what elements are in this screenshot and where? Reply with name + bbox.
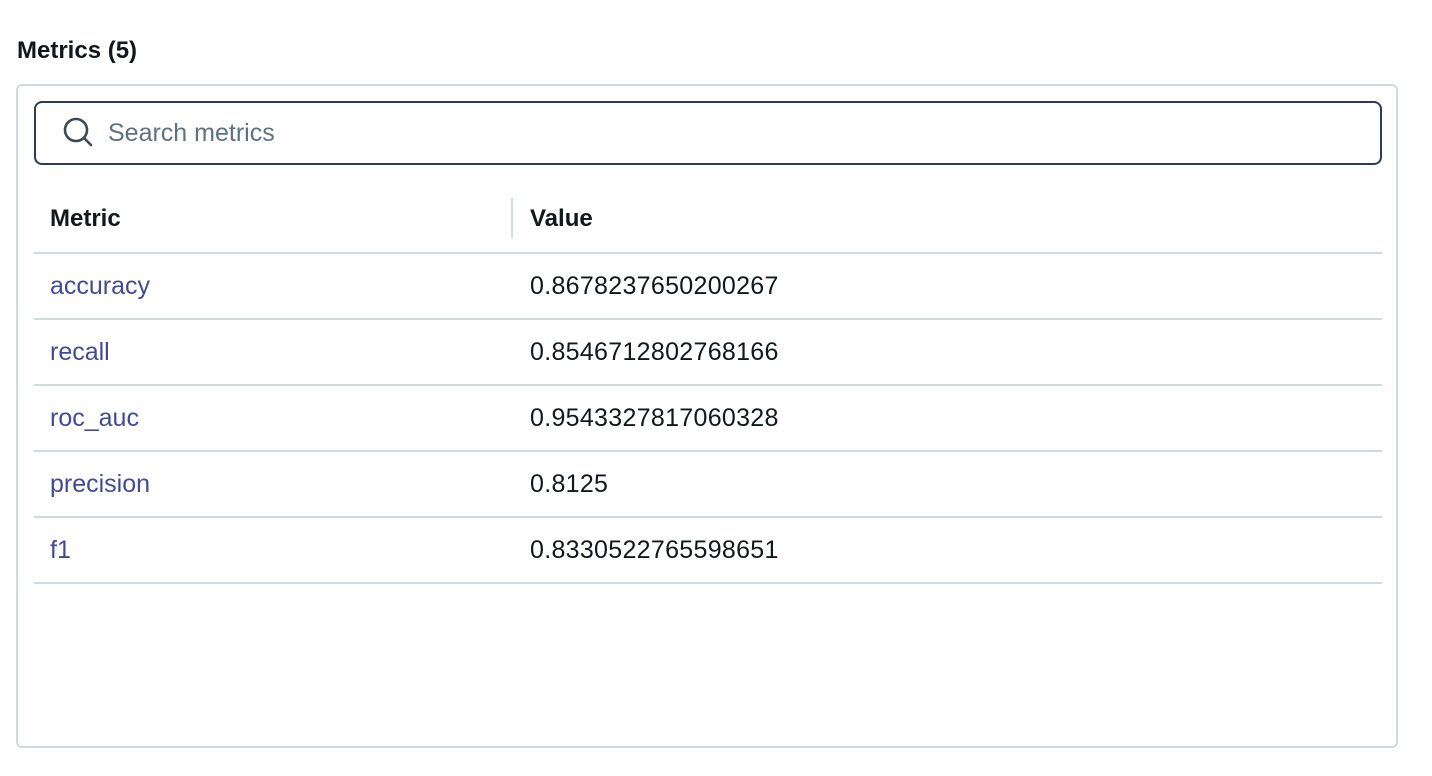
metric-value: 0.8678237650200267: [530, 272, 779, 300]
column-header-value[interactable]: Value: [530, 186, 593, 252]
column-header-metric[interactable]: Metric: [50, 186, 121, 252]
search-input[interactable]: [108, 113, 1364, 153]
metric-link-roc-auc[interactable]: roc_auc: [50, 386, 139, 450]
search-box[interactable]: [34, 101, 1382, 165]
metrics-panel: Metric Value accuracy 0.8678237650200267…: [16, 84, 1398, 748]
table-header: Metric Value: [34, 186, 1382, 254]
metrics-table: Metric Value accuracy 0.8678237650200267…: [34, 186, 1382, 584]
table-row: precision 0.8125: [34, 452, 1382, 518]
metric-value: 0.8330522765598651: [530, 536, 779, 564]
table-row: recall 0.8546712802768166: [34, 320, 1382, 386]
column-resize-handle[interactable]: [511, 198, 513, 238]
table-row: roc_auc 0.9543327817060328: [34, 386, 1382, 452]
metric-link-precision[interactable]: precision: [50, 452, 150, 516]
table-row: f1 0.8330522765598651: [34, 518, 1382, 584]
metric-link-recall[interactable]: recall: [50, 320, 110, 384]
table-row: accuracy 0.8678237650200267: [34, 254, 1382, 320]
search-icon: [63, 117, 93, 147]
metric-link-f1[interactable]: f1: [50, 518, 71, 582]
section-title: Metrics (5): [17, 37, 138, 64]
metric-value: 0.9543327817060328: [530, 404, 779, 432]
metric-value: 0.8546712802768166: [530, 338, 779, 366]
metric-value: 0.8125: [530, 470, 609, 498]
metric-link-accuracy[interactable]: accuracy: [50, 254, 150, 318]
